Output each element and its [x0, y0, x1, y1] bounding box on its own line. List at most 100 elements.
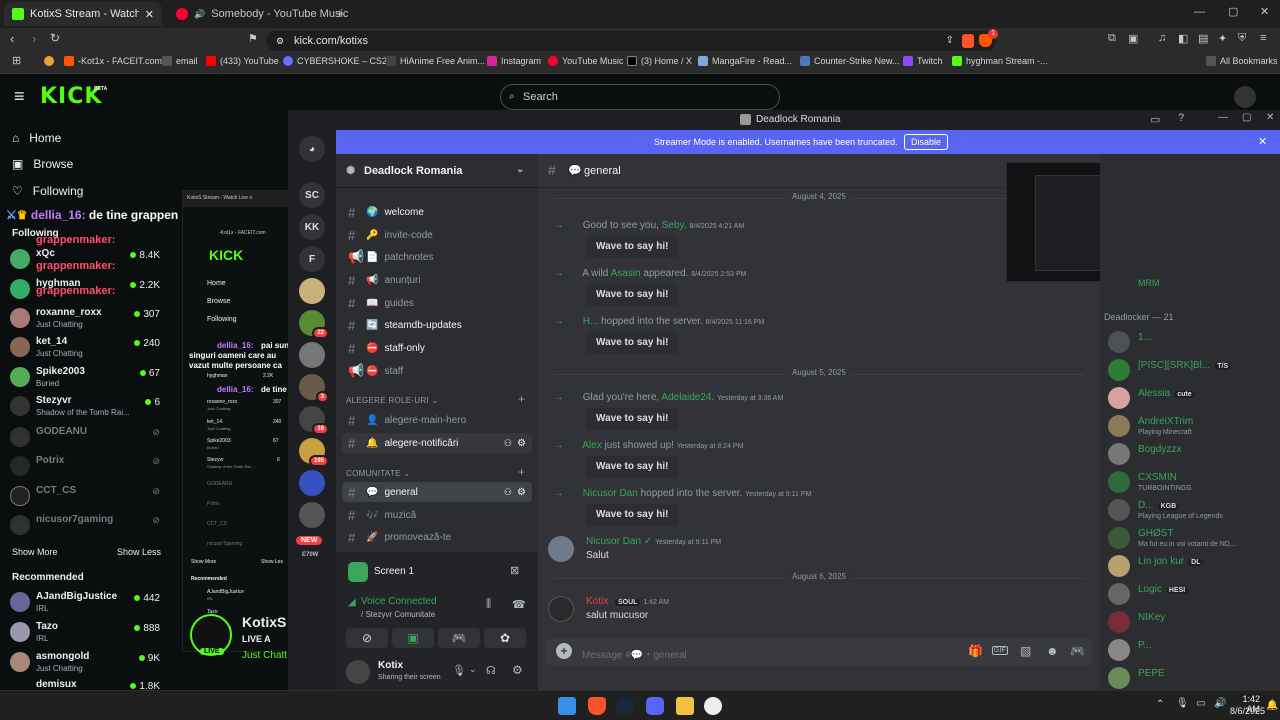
member-item[interactable]: Logic HESI — [1108, 580, 1278, 610]
member-item[interactable]: NIKey — [1108, 608, 1278, 638]
apps-icon[interactable]: 🎮 — [1070, 644, 1085, 658]
following-item[interactable]: ket_14 Just Chatting 240 — [10, 335, 160, 361]
server-icon[interactable]: 16 — [299, 406, 329, 435]
emoji-icon[interactable]: ☻ — [1046, 644, 1059, 658]
channel-anunturi[interactable]: # 📢 anunțuri — [342, 270, 532, 290]
camera-off-button[interactable]: ⊘ — [346, 628, 388, 648]
bookmark-counter-strike[interactable]: Counter-Strike New... — [800, 56, 900, 66]
nav-home[interactable]: ⌂ Home — [12, 131, 61, 145]
gear-icon[interactable]: ⚙ — [517, 438, 526, 449]
address-bar[interactable]: ⚙ kick.com/kotixs ⇪ 1 — [266, 29, 998, 51]
hamburger-menu-icon[interactable]: ≡ — [14, 86, 25, 107]
channel-steamdb-updates[interactable]: # 🔄 steamdb-updates — [342, 315, 532, 335]
file-explorer-icon[interactable] — [676, 697, 694, 715]
sticker-icon[interactable]: ▧ — [1020, 644, 1031, 658]
member-item[interactable]: PEPE — [1108, 664, 1278, 690]
back-icon[interactable]: ‹ — [10, 31, 14, 46]
stop-stream-icon[interactable]: ⊠ — [510, 564, 519, 577]
activities-button[interactable]: 🎮 — [438, 628, 480, 648]
server-icon[interactable]: KK — [299, 214, 325, 240]
channel-staff-only[interactable]: # ⛔ staff-only — [342, 338, 532, 358]
tab-youtube-music[interactable]: 🔊 Somebody - YouTube Music — [168, 2, 348, 26]
username[interactable]: Adelaide24 — [661, 392, 711, 403]
user-settings-icon[interactable]: ⚙ — [512, 663, 523, 677]
member-item[interactable]: Bogdyzzx — [1108, 440, 1278, 470]
discord-icon[interactable] — [646, 697, 664, 715]
screenshot-icon[interactable]: ▣ — [1128, 32, 1138, 45]
chevron-down-icon[interactable]: ⌄ — [469, 664, 477, 675]
bookmark-icon[interactable]: ⚑ — [248, 32, 258, 45]
channel-welcome[interactable]: # 🌍 welcome — [342, 202, 532, 222]
member-item[interactable]: Alessia cute — [1108, 384, 1278, 414]
bookmark-email[interactable]: email — [162, 56, 198, 66]
channel-guides[interactable]: # 📖 guides — [342, 293, 532, 313]
leo-ai-icon[interactable]: ✦ — [1218, 32, 1227, 45]
notification-icon[interactable]: 🔔 — [1266, 700, 1278, 711]
server-icon[interactable] — [299, 470, 325, 496]
channel-general[interactable]: # 💬 general ⚇ ⚙ — [342, 482, 532, 502]
recommended-item[interactable]: Tazo IRL 888 — [10, 620, 160, 646]
tray-chevron-icon[interactable]: ⌃ — [1156, 699, 1164, 710]
server-icon[interactable] — [299, 278, 325, 304]
server-icon[interactable]: SC — [299, 182, 325, 208]
vpn-icon[interactable]: ⛨ — [1238, 32, 1246, 45]
headphones-icon[interactable]: ☊ — [486, 664, 496, 677]
server-icon[interactable] — [299, 342, 325, 368]
close-icon[interactable]: ✕ — [1258, 130, 1267, 154]
show-less-button[interactable]: Show Less — [117, 547, 161, 557]
gif-icon[interactable]: GIF — [992, 646, 1008, 655]
following-item[interactable]: Stezyvr Shadow of the Tomb Rai... 6 — [10, 394, 160, 420]
microphone-icon[interactable]: 🎙 — [452, 664, 466, 677]
network-icon[interactable]: ▭ — [1196, 698, 1205, 709]
search-input[interactable]: ⌕ Search — [500, 84, 780, 110]
obs-icon[interactable] — [704, 697, 722, 715]
share-screen-button[interactable]: ▣ — [392, 628, 434, 648]
share-icon[interactable]: ⇪ — [946, 31, 954, 51]
member-name[interactable]: MRM — [1138, 278, 1160, 288]
avatar[interactable] — [548, 596, 574, 622]
bookmark-icon-only[interactable] — [44, 56, 54, 66]
disable-button[interactable]: Disable — [904, 134, 949, 150]
new-tab-button[interactable]: + — [336, 6, 344, 21]
forward-icon[interactable]: › — [32, 31, 36, 46]
soundboard-button[interactable]: ✿ — [484, 628, 526, 648]
bookmark-youtube-music[interactable]: YouTube Music — [548, 56, 623, 66]
channel-alegere-notificari[interactable]: # 🔔 alegere-notificări ⚇ ⚙ — [342, 433, 532, 453]
stream-category[interactable]: Just Chatt — [242, 650, 287, 661]
member-item[interactable]: [PISC][SRK]Bl... T/S — [1108, 356, 1278, 386]
server-icon[interactable]: 22 — [299, 310, 329, 339]
brave-browser-icon[interactable] — [588, 697, 606, 715]
server-icon[interactable]: 3 — [299, 374, 329, 403]
microphone-tray-icon[interactable]: 🎙 — [1176, 698, 1189, 709]
help-icon[interactable]: ? — [1178, 112, 1184, 124]
voice-channel-label[interactable]: / Stezyvr Comunitate — [361, 610, 435, 619]
user-avatar[interactable] — [1234, 86, 1256, 108]
avatar[interactable] — [548, 536, 574, 562]
username[interactable]: H... — [583, 316, 599, 327]
close-icon[interactable]: ✕ — [145, 8, 154, 21]
member-item[interactable]: AndreiXTrim Playing Minecraft — [1108, 412, 1278, 442]
minimize-icon[interactable]: — — [1218, 112, 1228, 123]
server-icon[interactable] — [299, 502, 325, 528]
bookmark-hianime[interactable]: HiAnime Free Anim... — [386, 56, 485, 66]
close-icon[interactable]: ✕ — [1266, 112, 1274, 123]
channel-patchnotes[interactable]: 📢 📄 patchnotes — [342, 247, 532, 267]
following-item-offline[interactable]: Potrix ⊘ — [10, 454, 160, 480]
channel-staff[interactable]: 📢 ⛔ staff — [342, 361, 532, 381]
invite-icon[interactable]: ⚇ — [504, 438, 512, 449]
start-menu-icon[interactable] — [558, 697, 576, 715]
disconnect-icon[interactable]: ☎ — [512, 598, 526, 611]
wallet-icon[interactable]: ▤ — [1198, 32, 1208, 45]
following-item[interactable]: Spike2003 Buried 67 — [10, 365, 160, 391]
sidebar-icon[interactable]: ◧ — [1178, 32, 1188, 45]
member-item[interactable]: P... — [1108, 636, 1278, 666]
member-item[interactable]: D... KGB Playing League of Legends — [1108, 496, 1278, 526]
inbox-icon[interactable]: ▭ — [1150, 113, 1160, 126]
recommended-item[interactable]: asmongold Just Chatting 9K — [10, 650, 160, 676]
wave-button[interactable]: Wave to say hi! — [586, 284, 679, 306]
add-channel-icon[interactable]: + — [518, 392, 525, 406]
wave-button[interactable]: Wave to say hi! — [586, 332, 679, 354]
channel-muzica[interactable]: # 🎶 muzică — [342, 505, 532, 525]
bookmark-mangafire[interactable]: MangaFire - Read... — [698, 56, 792, 66]
gift-icon[interactable]: 🎁 — [968, 644, 983, 658]
